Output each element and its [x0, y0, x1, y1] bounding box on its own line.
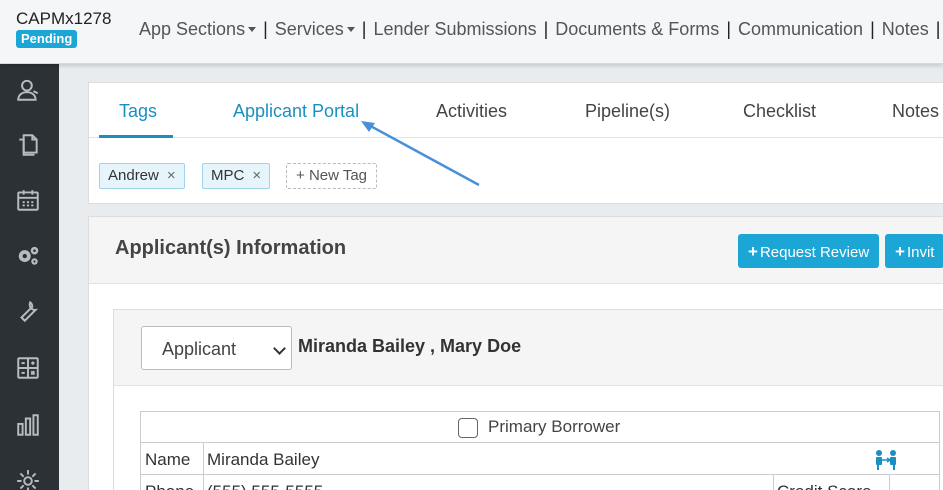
tab-notes[interactable]: Notes	[892, 101, 939, 122]
nav-communication[interactable]: Communication	[738, 19, 863, 40]
tag-mpc: MPC ×	[202, 163, 271, 189]
request-review-label: Request Review	[759, 244, 870, 261]
tag-label: MPC	[211, 167, 245, 184]
wrench-icon[interactable]	[14, 297, 42, 325]
primary-borrower-checkbox[interactable]	[458, 418, 478, 438]
nav-lender-submissions[interactable]: Lender Submissions	[373, 19, 536, 40]
nav-separator: |	[263, 19, 268, 39]
applicant-box: Applicant Miranda Bailey , Mary Doe Prim…	[113, 309, 943, 490]
credit-score-label: Credit Score	[777, 482, 871, 490]
table-row: Phone (555) 555-5555 Credit Score	[140, 474, 940, 490]
invite-label: Invit	[906, 244, 935, 261]
chevron-down-icon	[273, 342, 286, 355]
nav-notes[interactable]: Notes	[882, 19, 929, 40]
primary-borrower-label: Primary Borrower	[488, 417, 621, 436]
nav-services[interactable]: Services	[275, 19, 355, 40]
applicant-names: Miranda Bailey , Mary Doe	[298, 336, 522, 356]
top-nav: App Sections | Services | Lender Submissions…	[139, 19, 943, 40]
panel-title: Applicant(s) Information	[115, 237, 347, 259]
table-row: Name Miranda Bailey	[140, 442, 940, 475]
annotation-arrow-icon	[361, 121, 480, 187]
caret-down-icon	[346, 26, 355, 32]
nav-separator: |	[726, 19, 731, 39]
remove-tag-icon[interactable]: ×	[252, 167, 261, 184]
calculator-icon[interactable]	[14, 354, 42, 382]
primary-borrower-row: Primary Borrower	[140, 411, 940, 443]
cell-divider	[773, 475, 774, 490]
invite-button[interactable]: + Invit	[885, 234, 943, 268]
active-tab-indicator	[99, 135, 173, 138]
tab-tags[interactable]: Tags	[119, 101, 157, 122]
application-id: CAPMx1278	[16, 9, 112, 28]
nav-separator: |	[870, 19, 875, 39]
nav-separator: |	[935, 19, 941, 39]
name-value: Miranda Bailey	[207, 450, 320, 469]
request-review-button[interactable]: + Request Review	[738, 234, 880, 268]
tab-checklist[interactable]: Checklist	[743, 101, 816, 122]
plus-icon: +	[748, 242, 758, 261]
panel-header: Applicant(s) Information + Request Review…	[89, 217, 943, 284]
applicant-info-panel: Applicant(s) Information + Request Review…	[88, 216, 943, 490]
top-bar: CAPMx1278 Pending App Sections | Services |…	[0, 0, 943, 64]
nav-app-sections[interactable]: App Sections	[139, 19, 257, 40]
status-badge: Pending	[16, 30, 78, 48]
cell-divider	[203, 443, 204, 474]
plus-icon: +	[895, 242, 905, 261]
gears-icon[interactable]	[14, 241, 42, 269]
tag-label: Andrew	[108, 167, 159, 184]
calendar-icon[interactable]	[14, 186, 42, 214]
tabs-panel: Tags Applicant Portal Activities Pipelin…	[88, 82, 943, 204]
user-icon[interactable]	[14, 76, 42, 104]
phone-label: Phone	[145, 482, 194, 490]
applicant-select-value: Applicant	[162, 339, 237, 359]
nav-separator: |	[361, 19, 367, 39]
tabs-divider	[89, 137, 943, 138]
tag-andrew: Andrew ×	[99, 163, 185, 189]
tab-applicant-portal[interactable]: Applicant Portal	[233, 101, 359, 122]
sidebar	[0, 64, 59, 490]
cell-divider	[203, 475, 204, 490]
caret-down-icon	[248, 26, 257, 32]
applicant-select[interactable]: Applicant	[141, 326, 292, 370]
documents-icon[interactable]	[14, 131, 42, 159]
remove-tag-icon[interactable]: ×	[167, 167, 176, 184]
tab-pipelines[interactable]: Pipeline(s)	[585, 101, 670, 122]
people-icon[interactable]	[873, 449, 899, 471]
settings-icon[interactable]	[14, 467, 42, 490]
bar-chart-icon[interactable]	[14, 411, 42, 439]
applicant-box-header: Applicant Miranda Bailey , Mary Doe	[114, 310, 943, 386]
plus-icon: +	[296, 167, 305, 184]
nav-separator: |	[543, 19, 549, 39]
nav-documents-forms[interactable]: Documents & Forms	[555, 19, 719, 40]
name-label: Name	[145, 450, 191, 469]
phone-value: (555) 555-5555	[207, 482, 323, 490]
cell-divider	[889, 475, 890, 490]
